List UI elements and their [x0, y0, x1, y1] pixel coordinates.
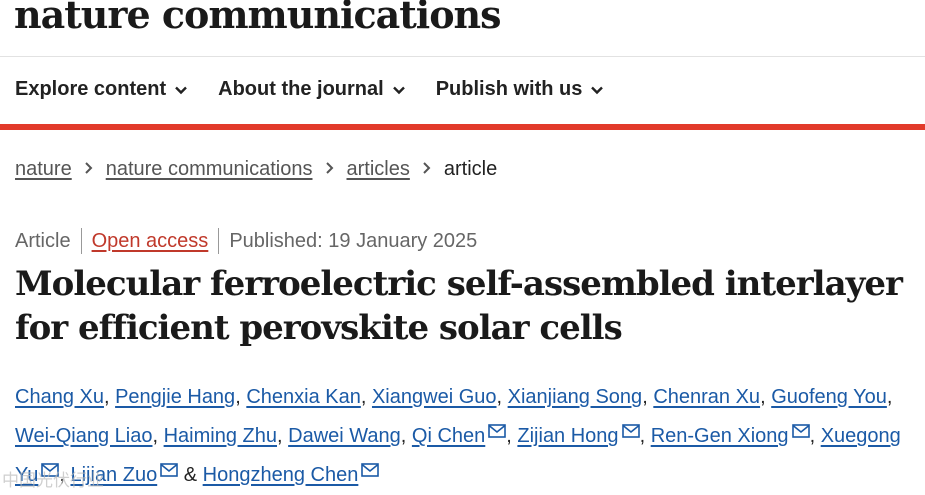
open-access-link[interactable]: Open access — [92, 230, 209, 253]
nav-label: About the journal — [218, 78, 384, 100]
nav-about-journal[interactable]: About the journal — [218, 78, 406, 101]
article-title: Molecular ferroelectric self-assembled i… — [15, 264, 903, 348]
mail-icon[interactable] — [488, 424, 507, 438]
chevron-right-icon — [84, 158, 94, 181]
author-link[interactable]: Chenran Xu — [653, 386, 760, 408]
author-list: Chang Xu, Pengjie Hang, Chenxia Kan, Xia… — [15, 378, 915, 495]
author-separator: , — [103, 386, 116, 408]
chevron-down-icon — [590, 83, 604, 97]
breadcrumb-nature-communications[interactable]: nature communications — [106, 158, 313, 181]
mail-icon[interactable] — [361, 463, 380, 477]
meta-divider — [218, 228, 220, 254]
watermark: 中国光伏行业 — [2, 471, 104, 490]
author-separator: , — [400, 425, 412, 447]
accent-bar — [0, 124, 925, 130]
mail-icon[interactable] — [791, 424, 810, 438]
published-date: Published: 19 January 2025 — [229, 229, 478, 252]
nav-publish-with-us[interactable]: Publish with us — [436, 78, 605, 101]
breadcrumb-current: article — [443, 158, 498, 180]
author-separator: , — [886, 386, 893, 408]
main-nav: Explore content About the journal Publis… — [15, 78, 634, 101]
author-link[interactable]: Haiming Zhu — [164, 425, 277, 447]
chevron-down-icon — [174, 83, 188, 97]
chevron-right-icon — [422, 158, 432, 181]
chevron-right-icon — [325, 158, 335, 181]
author-separator: , — [235, 386, 247, 408]
author-link[interactable]: Dawei Wang — [288, 425, 401, 447]
author-link[interactable]: Chenxia Kan — [246, 386, 361, 408]
author-separator: , — [506, 425, 518, 447]
author-link[interactable]: Wei-Qiang Liao — [15, 425, 152, 447]
breadcrumb-nature[interactable]: nature — [15, 158, 72, 181]
author-link[interactable]: Xianjiang Song — [508, 386, 643, 408]
author-separator: , — [809, 425, 821, 447]
author-link[interactable]: Hongzheng Chen — [203, 464, 359, 486]
author-separator: , — [760, 386, 772, 408]
article-meta: Article Open access Published: 19 Januar… — [15, 228, 477, 254]
breadcrumb-articles[interactable]: articles — [347, 158, 410, 181]
journal-logo[interactable]: nature communications — [14, 0, 502, 37]
nav-label: Publish with us — [435, 78, 583, 100]
author-separator: , — [277, 425, 289, 447]
breadcrumb: nature nature communications articles ar… — [15, 158, 497, 181]
mail-icon[interactable] — [621, 424, 640, 438]
meta-divider — [80, 228, 82, 254]
author-separator: , — [642, 386, 654, 408]
nav-explore-content[interactable]: Explore content — [15, 78, 188, 101]
chevron-down-icon — [392, 83, 406, 97]
author-link[interactable]: Guofeng You — [771, 386, 887, 408]
mail-icon[interactable] — [160, 463, 179, 477]
author-link[interactable]: Zijian Hong — [517, 425, 618, 447]
author-separator: , — [360, 386, 372, 408]
author-separator: , — [639, 425, 651, 447]
article-type: Article — [15, 229, 71, 252]
author-link[interactable]: Pengjie Hang — [115, 386, 235, 408]
author-link[interactable]: Qi Chen — [412, 425, 485, 447]
header-divider — [0, 56, 925, 57]
author-link[interactable]: Chang Xu — [15, 386, 104, 408]
author-and: & — [178, 464, 203, 486]
nav-label: Explore content — [15, 78, 167, 100]
author-separator: , — [496, 386, 508, 408]
author-separator: , — [152, 425, 164, 447]
author-link[interactable]: Xiangwei Guo — [372, 386, 497, 408]
author-link[interactable]: Ren-Gen Xiong — [651, 425, 789, 447]
